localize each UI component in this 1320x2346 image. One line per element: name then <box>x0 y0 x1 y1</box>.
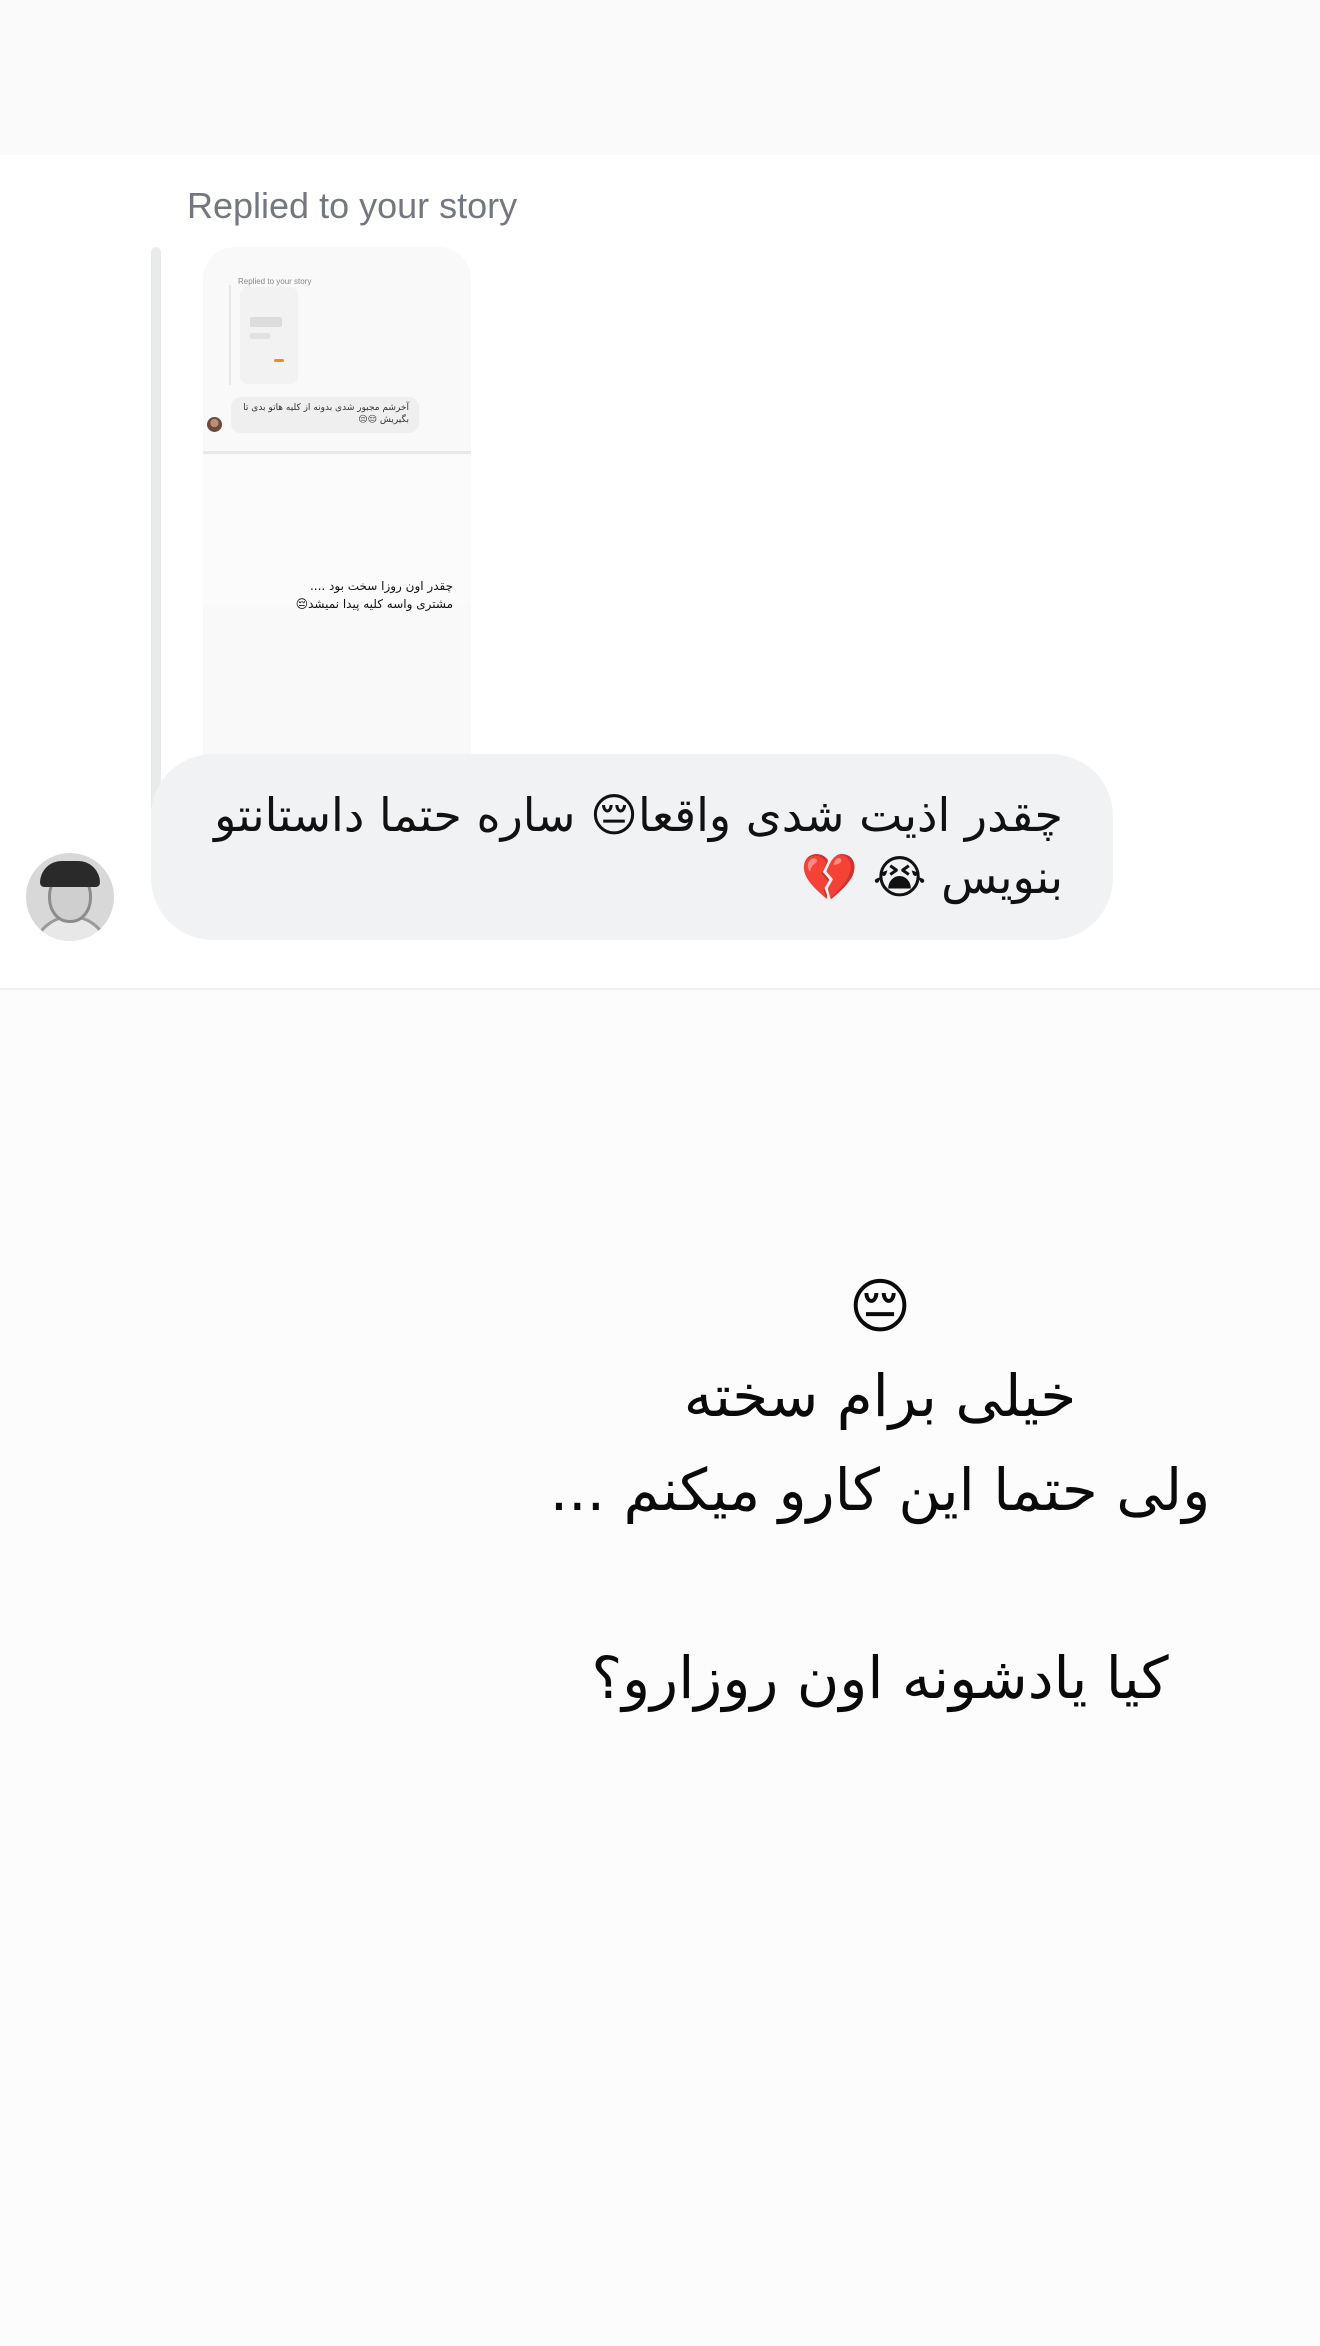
thumbnail-story-preview <box>240 287 298 384</box>
dm-thread: Replied to your story Replied to your st… <box>0 155 1320 990</box>
thumbnail-replied-label: Replied to your story <box>238 277 312 286</box>
thumbnail-divider <box>203 451 471 454</box>
thumbnail-message-text: آخرشم مجبور شدی بدونه از کلیه هاتو بدی ت… <box>243 403 409 425</box>
story-blank-line <box>460 1537 1300 1631</box>
top-band <box>0 0 1320 155</box>
story-line-1: خیلی برام سخته <box>683 1362 1077 1430</box>
story-line-3: کیا یادشونه اون روزارو؟ <box>591 1644 1169 1712</box>
divider <box>0 988 1320 990</box>
message-bubble[interactable]: چقدر اذیت شدی واقعا😔 ساره حتما داستانتو … <box>151 754 1113 940</box>
thumbnail-avatar <box>207 417 222 432</box>
avatar-cap <box>40 861 100 887</box>
thumbnail-story-line <box>250 317 282 327</box>
story-text-block: 😔 خیلی برام سخته ولی حتما این کارو میکنم… <box>460 1265 1300 1725</box>
message-text: چقدر اذیت شدی واقعا😔 ساره حتما داستانتو … <box>214 788 1063 904</box>
replied-to-story-label: Replied to your story <box>187 185 518 226</box>
thumbnail-message-bubble: آخرشم مجبور شدی بدونه از کلیه هاتو بدی ت… <box>231 397 419 433</box>
sender-avatar[interactable] <box>26 853 114 941</box>
thumbnail-story-accent <box>274 359 284 362</box>
pensive-emoji: 😔 <box>848 1272 912 1342</box>
thumbnail-story-text: چقدر اون روزا سخت بود .... مشتری واسه کل… <box>295 579 453 611</box>
thumbnail-story-line <box>250 333 270 339</box>
story-line-2: ولی حتما این کارو میکنم ... <box>549 1456 1211 1524</box>
thumbnail-quote-bar <box>229 285 231 385</box>
